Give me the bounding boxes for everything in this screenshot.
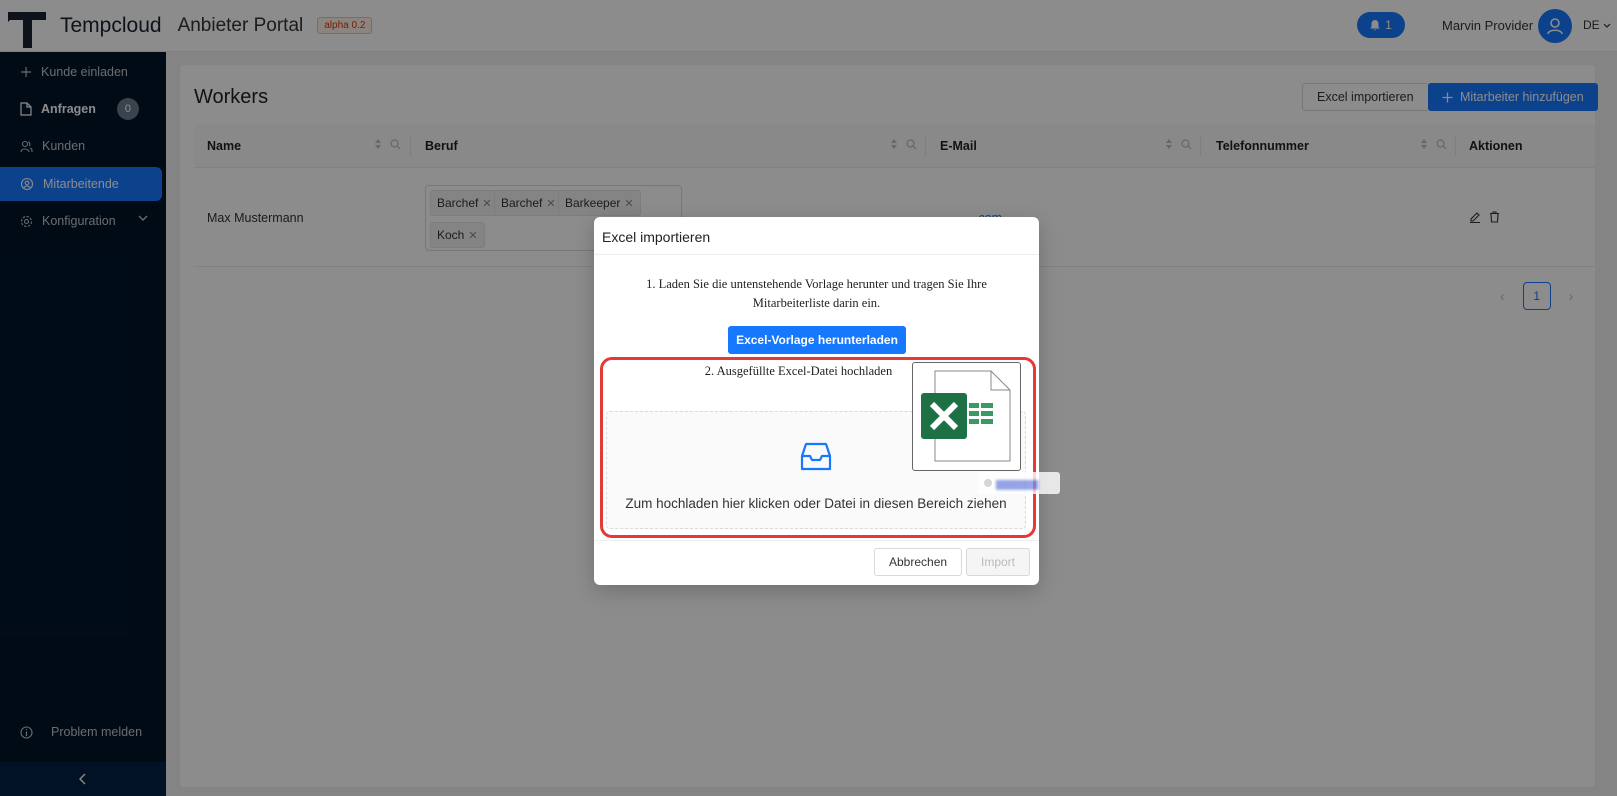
file-dot-icon bbox=[984, 479, 992, 487]
dragged-excel-file[interactable] bbox=[912, 362, 1021, 471]
divider bbox=[594, 254, 1039, 255]
cancel-button[interactable]: Abbrechen bbox=[874, 548, 963, 576]
modal-title: Excel importieren bbox=[602, 229, 711, 245]
drag-ghost-label: ▆▆▆▆▆ bbox=[978, 472, 1060, 494]
download-template-button[interactable]: Excel-Vorlage herunterladen bbox=[728, 326, 906, 354]
import-button[interactable]: Import bbox=[966, 548, 1031, 576]
step1-instructions: 1. Laden Sie die untenstehende Vorlage h… bbox=[646, 277, 987, 310]
divider bbox=[594, 540, 1039, 541]
excel-file-icon bbox=[921, 370, 1011, 462]
blurred-filename: ▆▆▆▆▆ bbox=[996, 477, 1039, 490]
